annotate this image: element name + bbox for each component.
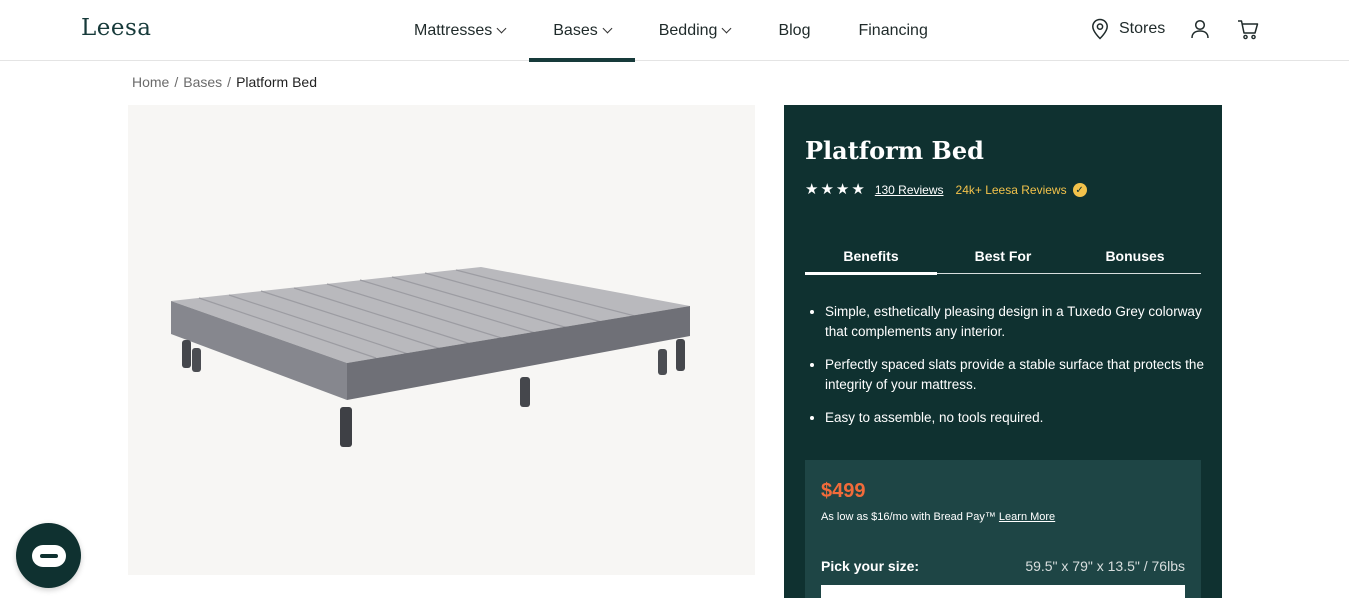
leesa-reviews-label: 24k+ Leesa Reviews [955, 183, 1067, 197]
leesa-logo[interactable]: Leesa [81, 15, 152, 41]
breadcrumb: Home / Bases / Platform Bed [132, 74, 317, 90]
chat-bubble-icon [31, 544, 66, 567]
financing-info: As low as $16/mo with Bread Pay™ Learn M… [821, 511, 1055, 523]
nav-bases-label: Bases [553, 21, 598, 39]
product-dimensions: 59.5" x 79" x 13.5" / 76lbs [1025, 558, 1185, 574]
nav-blog[interactable]: Blog [754, 0, 834, 61]
product-title: Platform Bed [805, 136, 984, 165]
star-icon: ★ [851, 181, 865, 198]
nav-mattresses-label: Mattresses [414, 21, 493, 39]
tab-benefits[interactable]: Benefits [805, 243, 937, 275]
star-rating[interactable]: ★ ★ ★ ★ [805, 181, 865, 198]
nav-blog-label: Blog [778, 21, 811, 39]
size-label: Pick your size: [821, 558, 920, 574]
chevron-down-icon [602, 23, 613, 34]
reviews-link[interactable]: 130 Reviews [875, 183, 944, 197]
location-pin-icon [1092, 18, 1108, 40]
rating-row: ★ ★ ★ ★ 130 Reviews 24k+ Leesa Reviews ✓ [805, 181, 1087, 198]
stores-link[interactable]: Stores [1091, 18, 1165, 40]
chat-button[interactable] [16, 523, 81, 588]
breadcrumb-separator: / [174, 74, 179, 90]
size-select[interactable] [821, 585, 1185, 605]
chevron-down-icon [496, 23, 507, 34]
nav-financing[interactable]: Financing [834, 0, 951, 61]
breadcrumb-bases[interactable]: Bases [183, 74, 222, 90]
cart-icon[interactable] [1237, 19, 1259, 40]
nav-bedding-label: Bedding [658, 21, 718, 39]
price-box: $499 As low as $16/mo with Bread Pay™ Le… [805, 460, 1201, 605]
list-item: Simple, esthetically pleasing design in … [825, 302, 1205, 342]
star-icon: ★ [805, 181, 819, 198]
leesa-reviews-link[interactable]: 24k+ Leesa Reviews ✓ [956, 183, 1087, 197]
tab-bonuses[interactable]: Bonuses [1069, 243, 1201, 273]
breadcrumb-home[interactable]: Home [132, 74, 169, 90]
star-icon: ★ [820, 181, 834, 198]
verified-check-icon: ✓ [1072, 183, 1087, 197]
main-nav: Mattresses Bases Bedding Blog Financing [390, 0, 952, 62]
site-header: Leesa Mattresses Bases Bedding Blog Fina… [0, 0, 1349, 62]
nav-mattresses[interactable]: Mattresses [390, 0, 529, 61]
product-price: $499 [821, 480, 866, 502]
list-item: Perfectly spaced slats provide a stable … [825, 355, 1205, 395]
learn-more-link[interactable]: Learn More [999, 511, 1055, 523]
product-image[interactable] [128, 105, 755, 575]
financing-text: As low as $16/mo with Bread Pay™ [821, 511, 996, 523]
star-icon: ★ [835, 181, 850, 198]
breadcrumb-separator: / [227, 74, 232, 90]
platform-bed-illustration [171, 267, 690, 447]
chevron-down-icon [721, 23, 732, 34]
breadcrumb-current: Platform Bed [236, 74, 317, 90]
tab-best-for[interactable]: Best For [937, 243, 1069, 273]
benefits-list: Simple, esthetically pleasing design in … [825, 302, 1205, 441]
nav-financing-label: Financing [858, 21, 928, 39]
product-details-panel: Platform Bed ★ ★ ★ ★ 130 Reviews 24k+ Le… [784, 105, 1222, 605]
nav-bedding[interactable]: Bedding [635, 0, 755, 61]
nav-bases[interactable]: Bases [529, 0, 636, 62]
user-icon[interactable] [1190, 19, 1210, 39]
stores-label: Stores [1119, 20, 1166, 37]
product-tabs: Benefits Best For Bonuses [805, 243, 1201, 275]
list-item: Easy to assemble, no tools required. [825, 408, 1205, 428]
